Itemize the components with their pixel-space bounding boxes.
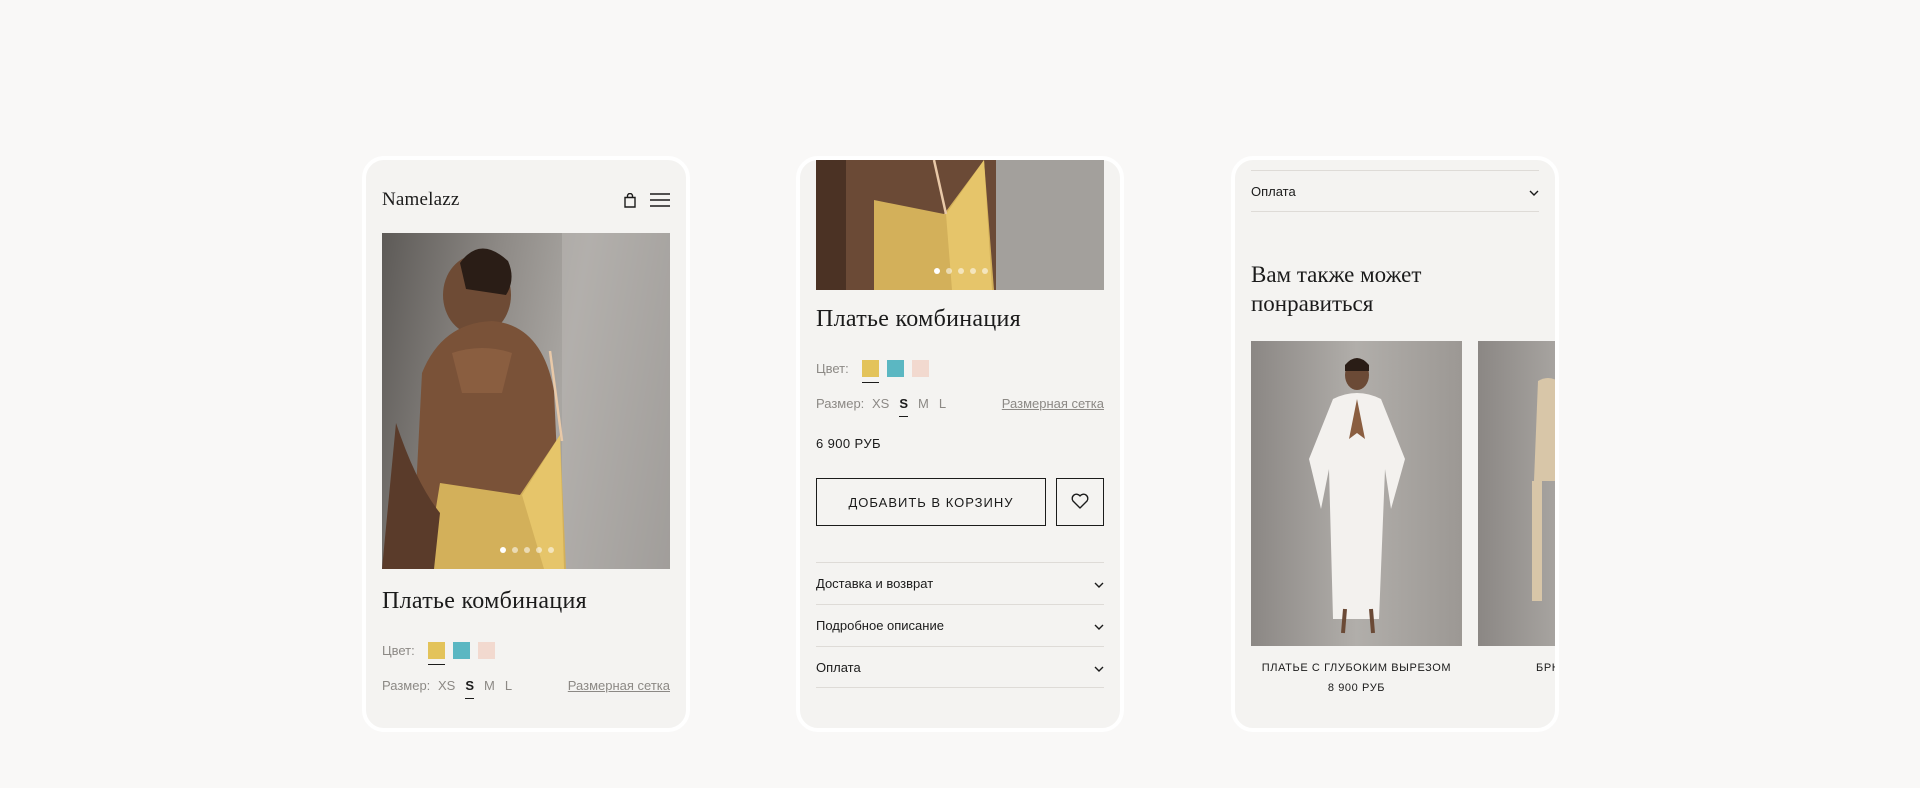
color-swatch-pink[interactable] xyxy=(478,642,495,659)
size-option-m[interactable]: M xyxy=(484,678,495,693)
size-option-m[interactable]: M xyxy=(918,396,929,411)
recommendations-title-line: понравиться xyxy=(1251,291,1374,316)
accordion-description[interactable]: Подробное описание xyxy=(816,604,1104,646)
size-option-s[interactable]: S xyxy=(465,678,474,699)
color-swatch-yellow[interactable] xyxy=(862,360,879,383)
product-photo[interactable] xyxy=(816,160,1104,290)
product-photo[interactable] xyxy=(382,233,670,569)
gallery-dot[interactable] xyxy=(934,268,940,274)
hamburger-menu-icon[interactable] xyxy=(650,193,670,207)
recommendation-price: 8 900 РУБ xyxy=(1327,682,1386,694)
shopping-bag-icon[interactable] xyxy=(624,192,636,208)
brand-logo[interactable]: Namelazz xyxy=(382,189,460,211)
chevron-down-icon xyxy=(1529,184,1539,199)
color-swatch-pink[interactable] xyxy=(912,360,929,377)
size-option-xs[interactable]: XS xyxy=(872,396,889,411)
recommendation-name[interactable]: ПЛАТЬЕ С ГЛУБОКИМ ВЫРЕЗОМ xyxy=(1251,662,1462,674)
heart-icon xyxy=(1071,493,1089,512)
chevron-down-icon xyxy=(1094,576,1104,591)
size-selector: Размер: XS S M L Размерная сетка xyxy=(816,396,1104,417)
model-figure-image xyxy=(382,233,670,569)
gallery-dot[interactable] xyxy=(946,268,952,274)
chevron-down-icon xyxy=(1094,618,1104,633)
accordion-payment[interactable]: Оплата xyxy=(816,646,1104,688)
size-label: Размер: xyxy=(382,678,431,693)
gallery-dot[interactable] xyxy=(500,547,506,553)
accordion-delivery[interactable]: Доставка и возврат xyxy=(816,562,1104,604)
size-option-xs[interactable]: XS xyxy=(438,678,455,693)
size-option-s[interactable]: S xyxy=(899,396,908,417)
color-selector: Цвет: xyxy=(816,360,1104,383)
product-price: 6 900 РУБ xyxy=(816,436,881,451)
color-label: Цвет: xyxy=(382,643,415,658)
gallery-dot[interactable] xyxy=(958,268,964,274)
color-swatch-teal[interactable] xyxy=(453,642,470,659)
recommendation-card[interactable]: БРЮ xyxy=(1478,341,1555,674)
gallery-dot[interactable] xyxy=(982,268,988,274)
gallery-dots[interactable] xyxy=(934,268,988,274)
color-selector: Цвет: xyxy=(382,642,670,665)
color-swatch-yellow[interactable] xyxy=(428,642,445,665)
gallery-dot[interactable] xyxy=(970,268,976,274)
accordion-payment[interactable]: Оплата xyxy=(1251,170,1539,212)
product-title: Платье комбинация xyxy=(816,306,1021,332)
model-figure-image xyxy=(1532,378,1555,601)
phone-screen-product: Namelazz Платье комбинация Цвет: Размер:… xyxy=(362,156,690,732)
size-chart-link[interactable]: Размерная сетка xyxy=(568,678,670,693)
color-swatch-teal[interactable] xyxy=(887,360,904,377)
gallery-dot[interactable] xyxy=(512,547,518,553)
size-option-l[interactable]: L xyxy=(505,678,512,693)
phone-screen-recommendations: Оплата Вам также может понравиться ПЛАТЬ… xyxy=(1231,156,1559,732)
accordion-label: Оплата xyxy=(1251,183,1296,199)
recommendations-title: Вам также может понравиться xyxy=(1251,260,1421,318)
gallery-dot[interactable] xyxy=(524,547,530,553)
header-actions xyxy=(624,192,670,208)
recommendation-photo[interactable] xyxy=(1251,341,1462,646)
product-title: Платье комбинация xyxy=(382,588,587,614)
accordion-label: Доставка и возврат xyxy=(816,576,934,591)
recommendations-title-line: Вам также может xyxy=(1251,262,1422,287)
size-selector: Размер: XS S M L Размерная сетка xyxy=(382,678,670,699)
size-label: Размер: xyxy=(816,396,865,411)
color-label: Цвет: xyxy=(816,361,849,376)
size-chart-link[interactable]: Размерная сетка xyxy=(1002,396,1104,411)
accordion-label: Оплата xyxy=(816,659,861,675)
wishlist-button[interactable] xyxy=(1056,478,1104,526)
recommendation-photo[interactable] xyxy=(1478,341,1555,646)
recommendation-card[interactable]: ПЛАТЬЕ С ГЛУБОКИМ ВЫРЕЗОМ 8 900 РУБ xyxy=(1251,341,1462,694)
chevron-down-icon xyxy=(1094,660,1104,675)
accordion-label: Подробное описание xyxy=(816,618,944,633)
recommendation-name[interactable]: БРЮ xyxy=(1478,662,1555,674)
header: Namelazz xyxy=(382,188,670,212)
gallery-dot[interactable] xyxy=(548,547,554,553)
add-to-cart-button[interactable]: ДОБАВИТЬ В КОРЗИНУ xyxy=(816,478,1046,526)
gallery-dot[interactable] xyxy=(536,547,542,553)
model-figure-image xyxy=(1309,358,1405,634)
gallery-dots[interactable] xyxy=(500,547,554,553)
phone-screen-product-details: Платье комбинация Цвет: Размер: XS S M L… xyxy=(796,156,1124,732)
size-option-l[interactable]: L xyxy=(939,396,946,411)
